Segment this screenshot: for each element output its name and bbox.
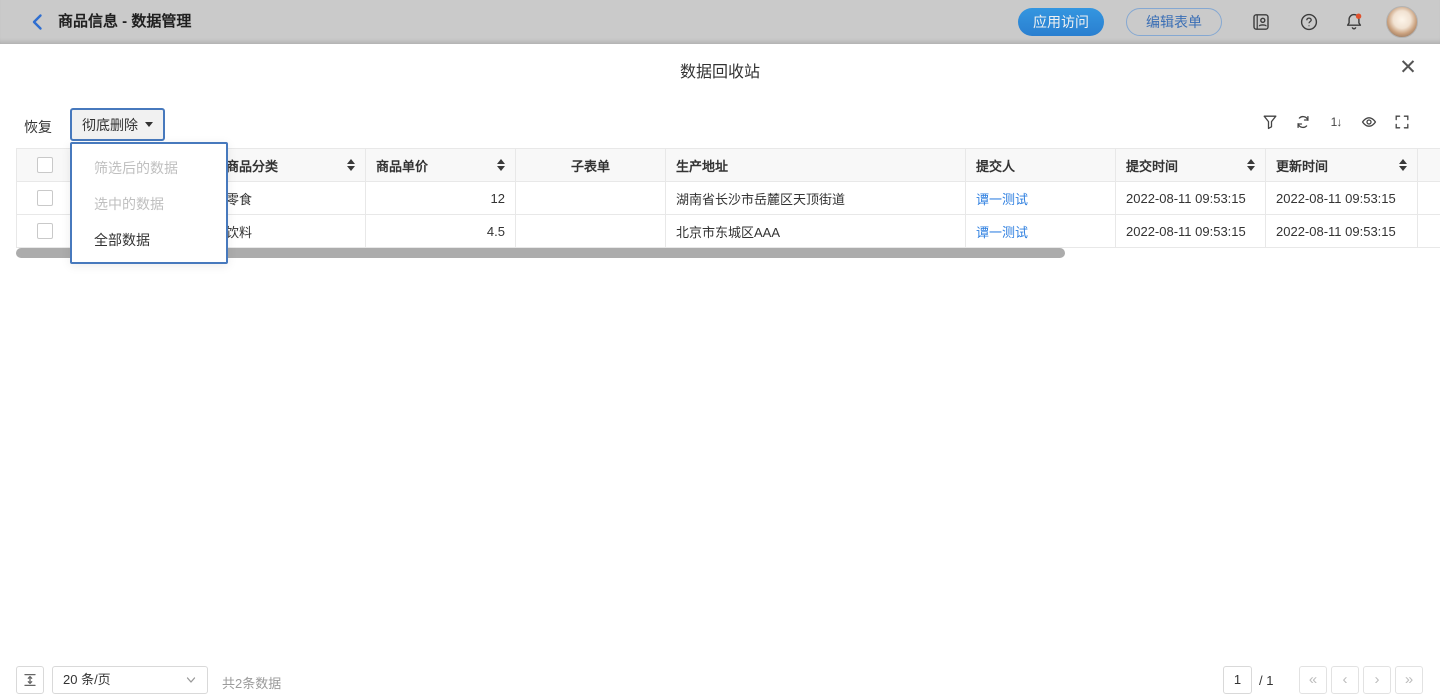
table-header-overflow [1418, 149, 1440, 181]
last-page-button[interactable]: » [1395, 666, 1423, 694]
fullscreen-icon[interactable] [1394, 114, 1410, 130]
next-page-button[interactable]: › [1363, 666, 1391, 694]
page: 商品信息 - 数据管理 应用访问 编辑表单 [0, 0, 1440, 700]
page-number-input[interactable]: 1 [1223, 666, 1252, 694]
cell-address: 北京市东城区AAA [666, 215, 966, 247]
page-size-value: 20 条/页 [63, 667, 111, 693]
table-header-row: 商品分类 商品单价 子表单 生产地址 提交人 提交时间 更新时间 [17, 148, 1440, 182]
sort-arrows-icon[interactable] [497, 159, 505, 171]
help-icon[interactable] [1299, 12, 1319, 32]
back-icon[interactable] [28, 12, 48, 32]
table-row[interactable]: 饮料 4.5 北京市东城区AAA 谭一测试 2022-08-11 09:53:1… [17, 215, 1440, 248]
first-page-button[interactable]: « [1299, 666, 1327, 694]
visibility-eye-icon[interactable] [1361, 114, 1377, 130]
chevron-down-icon [145, 122, 153, 127]
table-header-submitter[interactable]: 提交人 [966, 149, 1116, 181]
cell-category: 零食 [216, 182, 366, 214]
cell-submit-time: 2022-08-11 09:53:15 [1116, 182, 1266, 214]
restore-button[interactable]: 恢复 [24, 117, 52, 137]
prev-page-button[interactable]: ‹ [1331, 666, 1359, 694]
total-count-label: 共2条数据 [222, 673, 281, 692]
refresh-icon[interactable] [1295, 114, 1311, 130]
submitter-link[interactable]: 谭一测试 [976, 222, 1028, 241]
close-icon[interactable]: ✕ [1396, 56, 1420, 80]
menu-item-selected-data[interactable]: 选中的数据 [72, 186, 226, 222]
pagination-footer: 20 条/页 共2条数据 1 / 1 « ‹ › » [0, 654, 1440, 700]
table-header-price[interactable]: 商品单价 [366, 149, 516, 181]
sort-arrows-icon[interactable] [347, 159, 355, 171]
cell-overflow [1418, 182, 1440, 214]
cell-subform [516, 182, 666, 214]
cell-price: 12 [366, 182, 516, 214]
sort-icon[interactable]: 1↓ [1328, 114, 1344, 130]
table-header-update-time[interactable]: 更新时间 [1266, 149, 1418, 181]
filter-icon[interactable] [1262, 114, 1278, 130]
contacts-icon[interactable] [1251, 12, 1271, 32]
row-checkbox[interactable] [37, 223, 53, 239]
select-all-checkbox[interactable] [37, 157, 53, 173]
table-header-address[interactable]: 生产地址 [666, 149, 966, 181]
table-header-category[interactable]: 商品分类 [216, 149, 366, 181]
submitter-link[interactable]: 谭一测试 [976, 189, 1028, 208]
cell-update-time: 2022-08-11 09:53:15 [1266, 215, 1418, 247]
delete-dropdown-menu: 筛选后的数据 选中的数据 全部数据 [70, 142, 228, 264]
modal-title: 数据回收站 [0, 58, 1440, 82]
cell-price: 4.5 [366, 215, 516, 247]
cell-update-time: 2022-08-11 09:53:15 [1266, 182, 1418, 214]
table-header-submit-time[interactable]: 提交时间 [1116, 149, 1266, 181]
row-checkbox[interactable] [37, 190, 53, 206]
edit-form-button[interactable]: 编辑表单 [1126, 8, 1222, 36]
page-total-label: / 1 [1259, 673, 1273, 688]
avatar[interactable] [1386, 6, 1418, 38]
page-title: 商品信息 - 数据管理 [58, 0, 191, 44]
table-header-subform[interactable]: 子表单 [516, 149, 666, 181]
data-table: 商品分类 商品单价 子表单 生产地址 提交人 提交时间 更新时间 [16, 148, 1440, 248]
menu-item-filtered-data[interactable]: 筛选后的数据 [72, 150, 226, 186]
sort-arrows-icon[interactable] [1247, 159, 1255, 171]
row-height-button[interactable] [16, 666, 44, 694]
sort-arrows-icon[interactable] [1399, 159, 1407, 171]
cell-subform [516, 215, 666, 247]
app-access-button[interactable]: 应用访问 [1018, 8, 1104, 36]
cell-submit-time: 2022-08-11 09:53:15 [1116, 215, 1266, 247]
table-tools: 1↓ [1262, 114, 1410, 130]
cell-category: 饮料 [216, 215, 366, 247]
app-header: 商品信息 - 数据管理 应用访问 编辑表单 [0, 0, 1440, 44]
menu-item-all-data[interactable]: 全部数据 [72, 222, 226, 258]
table-row[interactable]: 零食 12 湖南省长沙市岳麓区天顶街道 谭一测试 2022-08-11 09:5… [17, 182, 1440, 215]
permanent-delete-label: 彻底删除 [82, 115, 138, 135]
cell-address: 湖南省长沙市岳麓区天顶街道 [666, 182, 966, 214]
cell-overflow [1418, 215, 1440, 247]
notification-bell-icon[interactable] [1344, 12, 1364, 32]
recycle-bin-modal: 数据回收站 ✕ 恢复 彻底删除 1↓ [0, 44, 1440, 700]
permanent-delete-button[interactable]: 彻底删除 [70, 108, 165, 141]
chevron-down-icon [185, 674, 197, 686]
page-size-select[interactable]: 20 条/页 [52, 666, 208, 694]
